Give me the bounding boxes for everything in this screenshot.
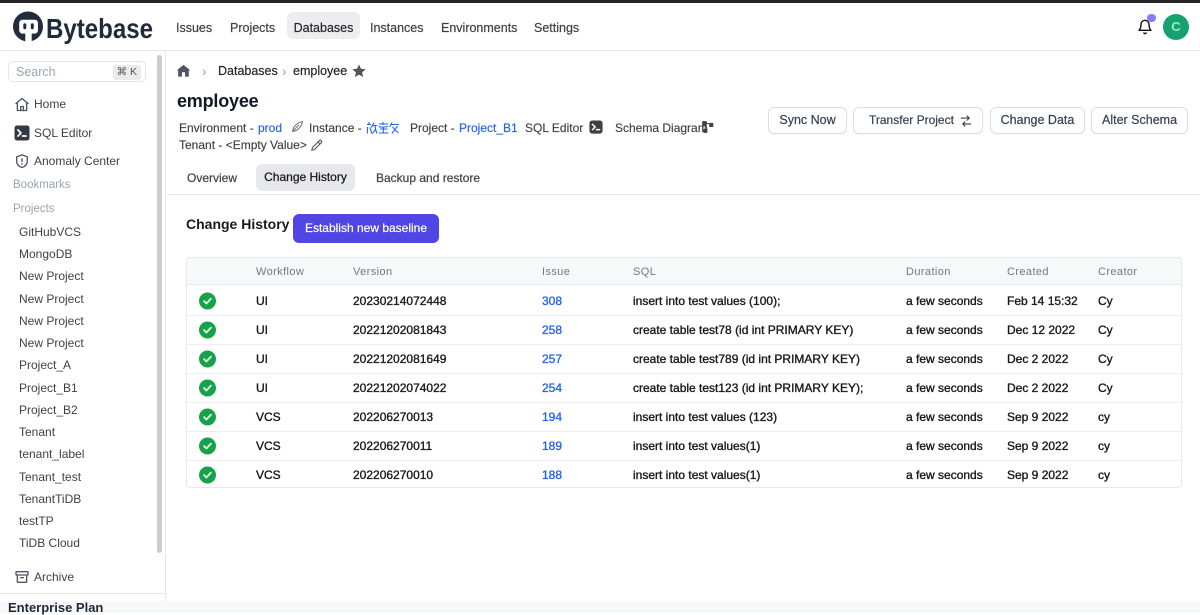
svg-text:Bytebase: Bytebase: [46, 13, 153, 44]
